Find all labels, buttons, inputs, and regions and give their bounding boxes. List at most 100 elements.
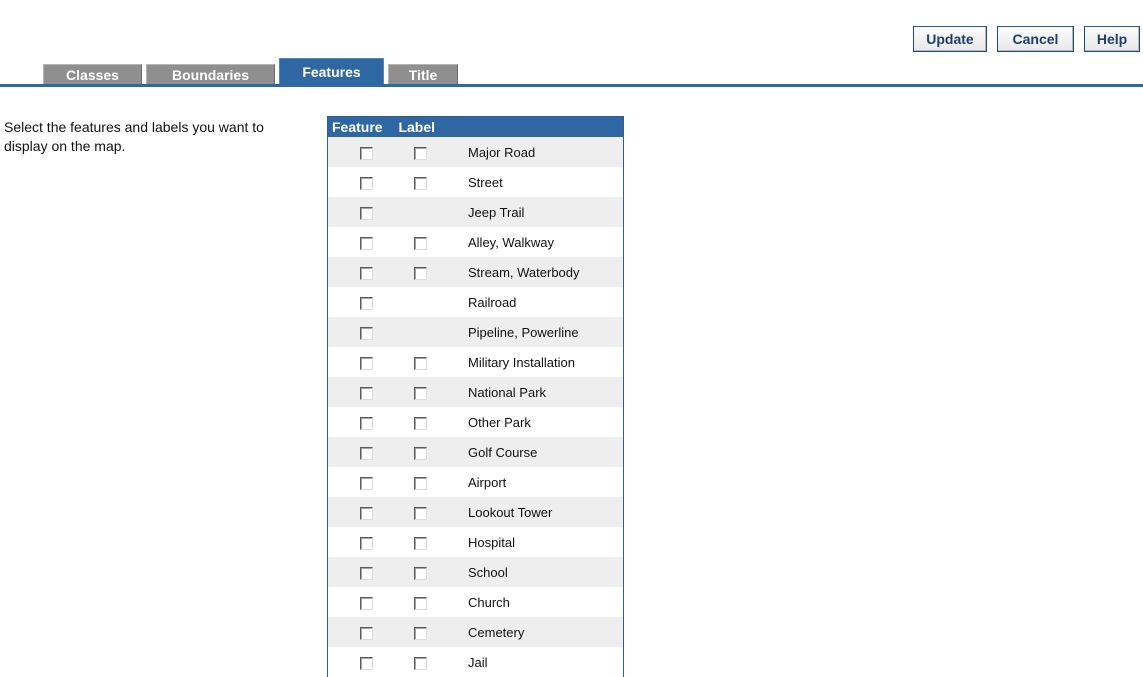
feature-checkbox[interactable] xyxy=(359,446,373,460)
feature-cell xyxy=(327,617,412,647)
label-checkbox[interactable] xyxy=(414,506,427,520)
feature-cell xyxy=(327,257,412,287)
label-checkbox[interactable] xyxy=(414,266,427,280)
label-checkbox[interactable] xyxy=(414,656,427,670)
feature-cell xyxy=(328,467,413,497)
label-checkbox[interactable] xyxy=(414,626,427,640)
tab-title[interactable]: Title xyxy=(388,64,458,84)
tab-classes[interactable]: Classes xyxy=(43,64,142,84)
label-checkbox[interactable] xyxy=(414,236,427,250)
feature-name: Pipeline, Powerline xyxy=(460,317,624,347)
feature-checkbox[interactable] xyxy=(359,176,373,190)
feature-name: Major Road xyxy=(460,137,624,167)
label-cell xyxy=(412,137,460,167)
label-cell xyxy=(412,647,460,677)
name-column-header xyxy=(460,116,624,137)
table-row: Jeep Trail xyxy=(327,197,624,227)
instruction-text: Select the features and labels you want … xyxy=(4,119,264,154)
label-checkbox[interactable] xyxy=(414,476,427,490)
feature-cell xyxy=(328,347,413,377)
table-header: Feature Label xyxy=(327,116,460,137)
label-cell xyxy=(412,167,460,197)
feature-checkbox[interactable] xyxy=(359,566,373,580)
cancel-button[interactable]: Cancel xyxy=(997,26,1074,52)
feature-cell xyxy=(328,287,413,317)
feature-checkbox[interactable] xyxy=(359,416,373,430)
table-row: Alley, Walkway xyxy=(328,227,624,257)
feature-name: Street xyxy=(468,174,503,190)
label-cell xyxy=(412,407,460,437)
feature-checkbox[interactable] xyxy=(359,296,373,310)
feature-rows: Major Road Street Jeep Trail Alley, Walkway… xyxy=(327,137,624,677)
label-checkbox[interactable] xyxy=(414,536,427,550)
feature-table: Feature Label Major Road Street Jeep Trail… xyxy=(327,116,624,677)
feature-checkbox[interactable] xyxy=(359,626,373,640)
feature-checkbox[interactable] xyxy=(359,266,373,280)
feature-name: Military Installation xyxy=(468,354,575,370)
label-checkbox[interactable] xyxy=(414,386,427,400)
label-cell xyxy=(412,557,460,587)
label-cell xyxy=(412,617,460,647)
table-row: Airport xyxy=(328,467,624,497)
label-column-header: Label xyxy=(398,119,436,135)
label-checkbox[interactable] xyxy=(414,566,427,580)
feature-cell xyxy=(327,137,412,167)
label-cell xyxy=(412,527,460,557)
label-cell xyxy=(412,317,460,347)
label-checkbox[interactable] xyxy=(414,176,427,190)
table-row: Military Installation xyxy=(328,347,624,377)
feature-checkbox[interactable] xyxy=(359,236,373,250)
label-cell xyxy=(412,377,460,407)
feature-checkbox[interactable] xyxy=(359,326,373,340)
table-row: National Park xyxy=(327,377,624,407)
label-cell xyxy=(412,467,460,497)
feature-name: National Park xyxy=(460,377,624,407)
table-row: Jail xyxy=(328,647,624,677)
feature-checkbox[interactable] xyxy=(359,506,373,520)
feature-name: Other Park xyxy=(468,414,531,430)
feature-checkbox[interactable] xyxy=(359,536,373,550)
table-row: Lookout Tower xyxy=(327,497,624,527)
feature-cell xyxy=(328,167,413,197)
tab-divider xyxy=(0,84,1143,87)
feature-cell xyxy=(327,317,412,347)
table-row: Hospital xyxy=(328,527,624,557)
feature-name: Railroad xyxy=(468,294,517,310)
feature-checkbox[interactable] xyxy=(359,356,373,370)
feature-name: Church xyxy=(468,594,510,610)
table-row: Other Park xyxy=(328,407,624,437)
label-cell xyxy=(412,437,460,467)
table-row: Railroad xyxy=(328,287,624,317)
feature-checkbox[interactable] xyxy=(359,386,373,400)
feature-checkbox[interactable] xyxy=(359,476,373,490)
feature-cell xyxy=(327,197,412,227)
feature-name: Cemetery xyxy=(460,617,624,647)
feature-name: Stream, Waterbody xyxy=(460,257,624,287)
label-cell xyxy=(412,197,460,227)
feature-cell xyxy=(328,587,413,617)
label-checkbox[interactable] xyxy=(414,596,427,610)
feature-checkbox[interactable] xyxy=(359,596,373,610)
tab-features[interactable]: Features xyxy=(279,58,384,84)
label-cell xyxy=(412,227,460,257)
feature-cell xyxy=(328,647,413,677)
feature-cell xyxy=(327,557,412,587)
feature-cell xyxy=(328,227,413,257)
feature-name: Lookout Tower xyxy=(460,497,624,527)
action-buttons: Update Cancel Help xyxy=(913,26,1140,52)
label-checkbox[interactable] xyxy=(414,356,427,370)
tab-boundaries[interactable]: Boundaries xyxy=(146,64,275,84)
label-checkbox[interactable] xyxy=(414,446,427,460)
feature-checkbox[interactable] xyxy=(359,656,373,670)
label-checkbox[interactable] xyxy=(414,146,427,160)
feature-checkbox[interactable] xyxy=(359,206,373,220)
help-button[interactable]: Help xyxy=(1084,26,1140,52)
label-checkbox[interactable] xyxy=(414,416,427,430)
feature-cell xyxy=(327,437,412,467)
feature-checkbox[interactable] xyxy=(359,146,373,160)
table-row: Major Road xyxy=(327,137,624,167)
update-button[interactable]: Update xyxy=(913,26,987,52)
table-row: School xyxy=(327,557,624,587)
feature-cell xyxy=(327,377,412,407)
label-cell xyxy=(412,497,460,527)
